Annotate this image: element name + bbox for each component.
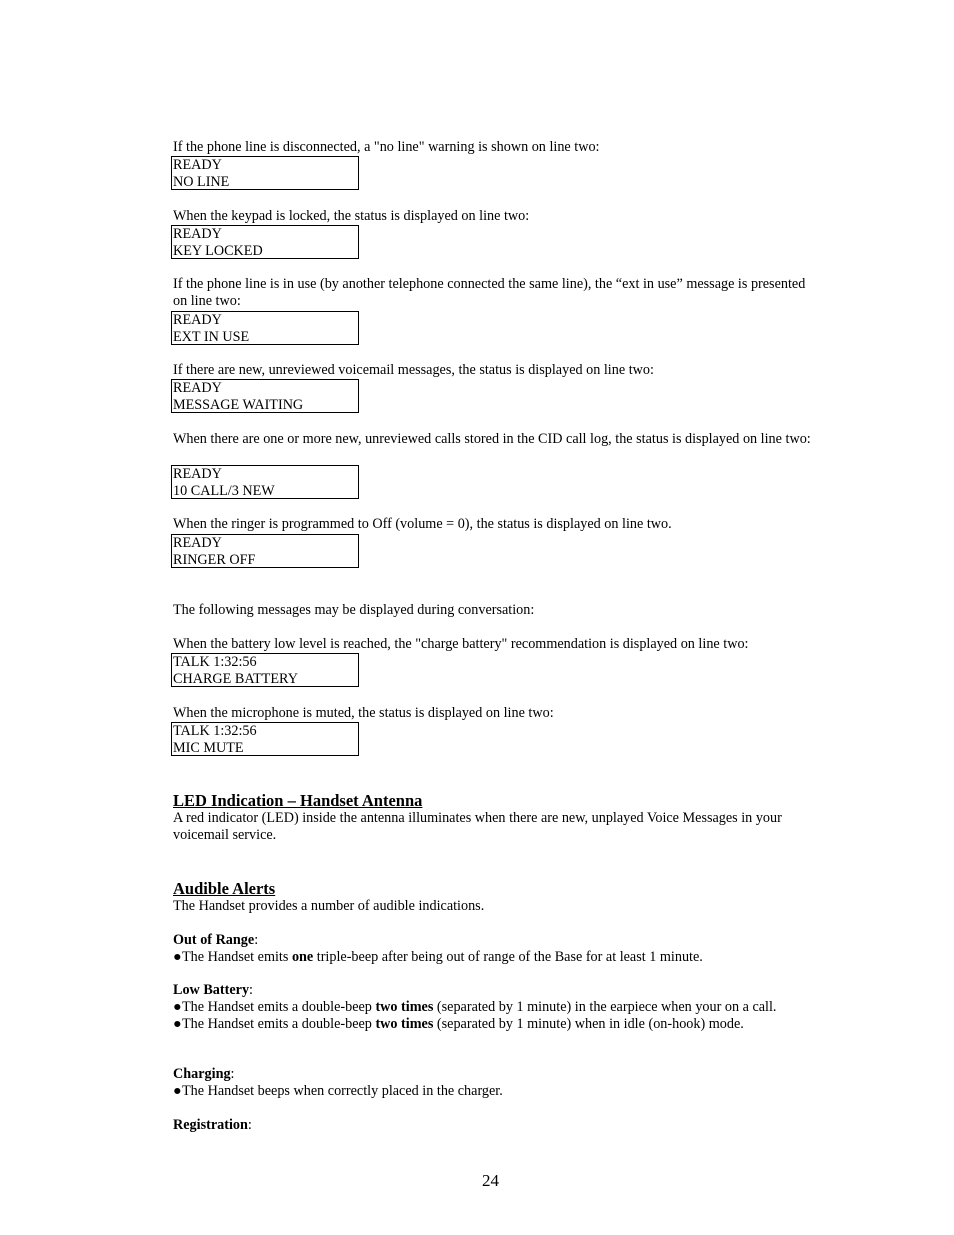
display-box-charge-battery: TALK 1:32:56 CHARGE BATTERY — [171, 653, 359, 687]
display-line-1: READY — [173, 312, 222, 328]
list-item-low-battery-idle: ●The Handset emits a double-beep two tim… — [173, 1016, 813, 1033]
colon: : — [247, 1117, 252, 1133]
display-line-1: READY — [173, 157, 222, 173]
label-text: Out of Range — [173, 932, 255, 948]
paragraph-charge-battery: When the battery low level is reached, t… — [173, 636, 749, 652]
display-line-2: CHARGE BATTERY — [173, 671, 298, 687]
display-box-ringer-off: READY RINGER OFF — [171, 534, 359, 568]
paragraph-no-line: If the phone line is disconnected, a "no… — [173, 139, 600, 155]
display-line-2: MESSAGE WAITING — [173, 397, 304, 413]
list-item-charging: ●The Handset beeps when correctly placed… — [173, 1083, 813, 1100]
display-line-2: RINGER OFF — [173, 552, 256, 568]
label-out-of-range: Out of Range: — [173, 932, 813, 949]
paragraph-conversation-intro: The following messages may be displayed … — [173, 602, 535, 618]
paragraph-ext-in-use: If the phone line is in use (by another … — [173, 276, 806, 309]
label-text: Registration — [173, 1117, 248, 1133]
display-line-2: MIC MUTE — [173, 740, 244, 756]
display-line-1: READY — [173, 466, 222, 482]
label-charging: Charging: — [173, 1066, 813, 1083]
display-line-1: TALK 1:32:56 — [173, 723, 257, 739]
bullet-icon: ● — [173, 949, 182, 965]
item-bold: two times — [375, 1016, 434, 1032]
item-text: The Handset beeps when correctly placed … — [182, 1083, 503, 1099]
display-box-message-waiting: READY MESSAGE WAITING — [171, 379, 359, 413]
display-line-2: KEY LOCKED — [173, 243, 263, 259]
item-pre: The Handset emits — [182, 949, 292, 965]
display-box-ext-in-use: READY EXT IN USE — [171, 311, 359, 345]
label-low-battery: Low Battery: — [173, 982, 813, 999]
label-text: Low Battery — [173, 982, 250, 998]
paragraph-ringer-off: When the ringer is programmed to Off (vo… — [173, 516, 672, 532]
list-item-low-battery-call: ●The Handset emits a double-beep two tim… — [173, 999, 813, 1016]
colon: : — [230, 1066, 235, 1082]
label-text: Charging — [173, 1066, 231, 1082]
item-bold: one — [291, 949, 314, 965]
display-line-1: READY — [173, 380, 222, 396]
colon: : — [254, 932, 259, 948]
item-pre: The Handset emits a double-beep — [182, 999, 376, 1015]
heading-led-indication: LED Indication – Handset Antenna — [173, 791, 423, 810]
item-pre: The Handset emits a double-beep — [182, 1016, 376, 1032]
paragraph-audible-intro: The Handset provides a number of audible… — [173, 898, 485, 914]
colon: : — [249, 982, 253, 998]
display-box-cid-calls: READY 10 CALL/3 NEW — [171, 465, 359, 499]
list-item-out-of-range: ●The Handset emits one triple-beep after… — [173, 949, 813, 966]
paragraph-message-waiting: If there are new, unreviewed voicemail m… — [173, 362, 654, 378]
item-post: (separated by 1 minute) in the earpiece … — [433, 999, 777, 1015]
bullet-icon: ● — [173, 999, 182, 1015]
display-line-2: EXT IN USE — [173, 329, 250, 345]
heading-audible-alerts: Audible Alerts — [173, 879, 276, 898]
display-box-no-line: READY NO LINE — [171, 156, 359, 190]
paragraph-led-body: A red indicator (LED) inside the antenna… — [173, 810, 782, 843]
item-post: triple-beep after being out of range of … — [313, 949, 703, 965]
display-box-mic-mute: TALK 1:32:56 MIC MUTE — [171, 722, 359, 756]
paragraph-key-locked: When the keypad is locked, the status is… — [173, 208, 530, 224]
item-post: (separated by 1 minute) when in idle (on… — [433, 1016, 744, 1032]
display-line-1: READY — [173, 226, 222, 242]
label-registration: Registration: — [173, 1117, 813, 1134]
page-number: 24 — [482, 1171, 499, 1190]
bullet-icon: ● — [173, 1083, 182, 1099]
display-line-1: READY — [173, 535, 222, 551]
paragraph-cid-calls: When there are one or more new, unreview… — [173, 431, 811, 447]
display-line-2: NO LINE — [173, 174, 230, 190]
display-line-1: TALK 1:32:56 — [173, 654, 257, 670]
item-bold: two times — [375, 999, 434, 1015]
display-line-2: 10 CALL/3 NEW — [173, 483, 275, 499]
display-box-key-locked: READY KEY LOCKED — [171, 225, 359, 259]
bullet-icon: ● — [173, 1016, 182, 1032]
paragraph-mic-mute: When the microphone is muted, the status… — [173, 705, 554, 721]
